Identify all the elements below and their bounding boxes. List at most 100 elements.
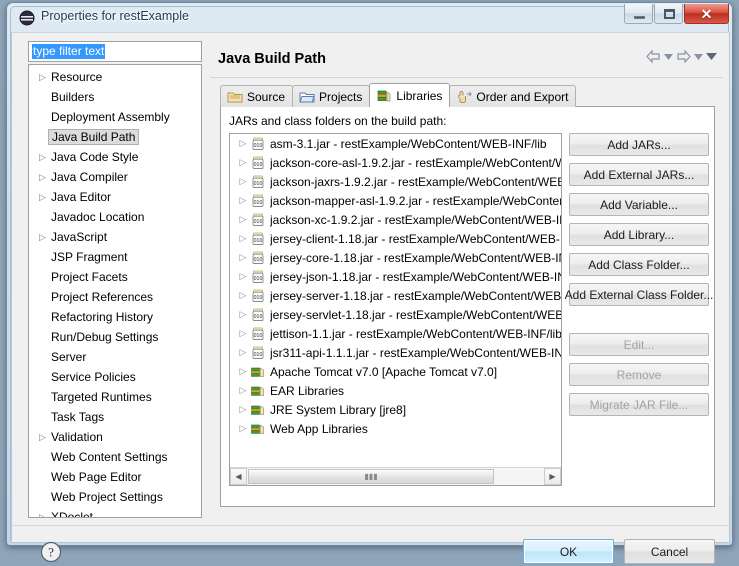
add-variable-button[interactable]: Add Variable... — [569, 193, 709, 216]
sidebar-item-java-compiler[interactable]: ▷ Java Compiler — [29, 167, 201, 187]
expand-chevron-right-icon[interactable]: ▷ — [236, 348, 250, 357]
sidebar-item-web-content-settings[interactable]: Web Content Settings — [29, 447, 201, 467]
maximize-button[interactable] — [654, 4, 683, 24]
sidebar-item-server[interactable]: Server — [29, 347, 201, 367]
expand-chevron-right-icon[interactable]: ▷ — [236, 424, 250, 433]
build-path-list-item[interactable]: ▷ Web App Libraries — [230, 419, 561, 438]
tab-libraries[interactable]: Libraries — [369, 83, 451, 107]
filter-input[interactable]: type filter text — [32, 44, 106, 59]
expand-chevron-right-icon[interactable]: ▷ — [236, 386, 250, 395]
expand-chevron-right-icon[interactable]: ▷ — [35, 432, 50, 442]
expand-chevron-right-icon[interactable]: ▷ — [236, 405, 250, 414]
horizontal-scrollbar[interactable]: ◀ ▮▮▮ ▶ — [230, 467, 561, 485]
build-path-list-item[interactable]: ▷ 010 jersey-server-1.18.jar - restExample… — [230, 286, 561, 305]
expand-chevron-right-icon[interactable]: ▷ — [35, 192, 50, 202]
sidebar-item-web-project-settings[interactable]: Web Project Settings — [29, 487, 201, 507]
build-path-list-item[interactable]: ▷ 010 jersey-servlet-1.18.jar - restExampl… — [230, 305, 561, 324]
build-path-list-item[interactable]: ▷ 010 asm-3.1.jar - restExample/WebContent… — [230, 134, 561, 153]
build-path-list-item[interactable]: ▷ 010 jackson-mapper-asl-1.9.2.jar - restE… — [230, 191, 561, 210]
sidebar-item-project-facets[interactable]: Project Facets — [29, 267, 201, 287]
jar-icon: 010 — [250, 174, 266, 190]
sidebar-item-java-code-style[interactable]: ▷ Java Code Style — [29, 147, 201, 167]
build-path-list-item[interactable]: ▷ JRE System Library [jre8] — [230, 400, 561, 419]
scroll-left-button[interactable]: ◀ — [230, 468, 247, 485]
sidebar-item-service-policies[interactable]: Service Policies — [29, 367, 201, 387]
sidebar-item-javascript[interactable]: ▷ JavaScript — [29, 227, 201, 247]
expand-chevron-right-icon[interactable]: ▷ — [35, 72, 50, 82]
back-arrow-icon[interactable] — [646, 50, 661, 63]
view-menu-icon[interactable] — [706, 53, 717, 60]
back-menu-chevron-down-icon[interactable] — [664, 53, 673, 60]
ok-button[interactable]: OK — [523, 539, 614, 564]
expand-chevron-right-icon[interactable]: ▷ — [236, 177, 250, 186]
expand-chevron-right-icon[interactable]: ▷ — [35, 172, 50, 182]
forward-arrow-icon[interactable] — [676, 50, 691, 63]
add-class-folder-button[interactable]: Add Class Folder... — [569, 253, 709, 276]
expand-chevron-right-icon[interactable]: ▷ — [35, 152, 50, 162]
build-path-list-item[interactable]: ▷ 010 jersey-json-1.18.jar - restExample/W… — [230, 267, 561, 286]
expand-chevron-right-icon[interactable]: ▷ — [236, 158, 250, 167]
sidebar-item-run-debug-settings[interactable]: Run/Debug Settings — [29, 327, 201, 347]
add-external-jars-button[interactable]: Add External JARs... — [569, 163, 709, 186]
sidebar-item-builders[interactable]: Builders — [29, 87, 201, 107]
tab-order-and-export[interactable]: Order and Export — [449, 85, 577, 107]
expand-chevron-right-icon[interactable]: ▷ — [236, 215, 250, 224]
help-question-icon[interactable]: ? — [40, 541, 62, 563]
scrollbar-track[interactable]: ▮▮▮ — [247, 468, 544, 485]
build-path-list-item[interactable]: ▷ 010 jettison-1.1.jar - restExample/WebCo… — [230, 324, 561, 343]
sidebar-item-project-references[interactable]: Project References — [29, 287, 201, 307]
expand-chevron-right-icon[interactable]: ▷ — [236, 234, 250, 243]
expand-chevron-right-icon[interactable]: ▷ — [35, 232, 50, 242]
build-path-list-item[interactable]: ▷ 010 jackson-xc-1.9.2.jar - restExample/W… — [230, 210, 561, 229]
build-path-list-item[interactable]: ▷ EAR Libraries — [230, 381, 561, 400]
sidebar-item-resource[interactable]: ▷ Resource — [29, 67, 201, 87]
expand-chevron-right-icon[interactable]: ▷ — [236, 310, 250, 319]
sidebar-item-label: Java Editor — [51, 190, 112, 204]
title-bar[interactable]: Properties for restExample ✕ — [7, 3, 734, 33]
expand-chevron-right-icon[interactable]: ▷ — [35, 512, 50, 517]
build-path-list-item[interactable]: ▷ 010 jsr311-api-1.1.1.jar - restExample/W… — [230, 343, 561, 362]
forward-menu-chevron-down-icon[interactable] — [694, 53, 703, 60]
sidebar-item-javadoc-location[interactable]: Javadoc Location — [29, 207, 201, 227]
build-path-item-label: jackson-mapper-asl-1.9.2.jar - restExamp… — [270, 193, 561, 208]
add-external-class-folder-button[interactable]: Add External Class Folder... — [565, 283, 713, 306]
sidebar-item-refactoring-history[interactable]: Refactoring History — [29, 307, 201, 327]
scrollbar-grip-icon: ▮▮▮ — [364, 472, 378, 481]
build-path-list[interactable]: ▷ 010 asm-3.1.jar - restExample/WebContent… — [229, 133, 562, 486]
sidebar-item-task-tags[interactable]: Task Tags — [29, 407, 201, 427]
sidebar-item-java-build-path[interactable]: Java Build Path — [29, 127, 201, 147]
scrollbar-thumb[interactable]: ▮▮▮ — [248, 469, 494, 484]
sidebar-item-java-editor[interactable]: ▷ Java Editor — [29, 187, 201, 207]
sidebar-item-targeted-runtimes[interactable]: Targeted Runtimes — [29, 387, 201, 407]
build-path-list-item[interactable]: ▷ 010 jersey-client-1.18.jar - restExample… — [230, 229, 561, 248]
expand-chevron-right-icon[interactable]: ▷ — [236, 272, 250, 281]
minimize-button[interactable] — [624, 4, 653, 24]
build-path-list-item[interactable]: ▷ 010 jersey-core-1.18.jar - restExample/W… — [230, 248, 561, 267]
tab-source[interactable]: Source — [220, 85, 294, 107]
tab-projects[interactable]: Projects — [292, 85, 371, 107]
sidebar-item-validation[interactable]: ▷ Validation — [29, 427, 201, 447]
expand-chevron-right-icon[interactable]: ▷ — [236, 329, 250, 338]
sidebar-item-web-page-editor[interactable]: Web Page Editor — [29, 467, 201, 487]
build-path-list-item[interactable]: ▷ Apache Tomcat v7.0 [Apache Tomcat v7.0] — [230, 362, 561, 381]
build-path-list-item[interactable]: ▷ 010 jackson-core-asl-1.9.2.jar - restExa… — [230, 153, 561, 172]
sidebar-item-label: Resource — [51, 70, 103, 84]
close-button[interactable]: ✕ — [684, 4, 729, 24]
tab-label: Projects — [319, 89, 363, 104]
expand-chevron-right-icon[interactable]: ▷ — [236, 291, 250, 300]
expand-chevron-right-icon[interactable]: ▷ — [236, 196, 250, 205]
window-title: Properties for restExample — [41, 9, 189, 23]
build-path-list-item[interactable]: ▷ 010 jackson-jaxrs-1.9.2.jar - restExampl… — [230, 172, 561, 191]
expand-chevron-right-icon[interactable]: ▷ — [236, 367, 250, 376]
sidebar-item-deployment-assembly[interactable]: Deployment Assembly — [29, 107, 201, 127]
sidebar-item-jsp-fragment[interactable]: JSP Fragment — [29, 247, 201, 267]
add-library-button[interactable]: Add Library... — [569, 223, 709, 246]
expand-chevron-right-icon[interactable]: ▷ — [236, 139, 250, 148]
settings-tree[interactable]: ▷ Resource Builders Deployment Assembly Java… — [28, 64, 202, 518]
cancel-button[interactable]: Cancel — [624, 539, 715, 564]
filter-input-box[interactable]: type filter text — [28, 41, 202, 62]
add-jars-button[interactable]: Add JARs... — [569, 133, 709, 156]
sidebar-item-xdoclet[interactable]: ▷ XDoclet — [29, 507, 201, 517]
expand-chevron-right-icon[interactable]: ▷ — [236, 253, 250, 262]
scroll-right-button[interactable]: ▶ — [544, 468, 561, 485]
